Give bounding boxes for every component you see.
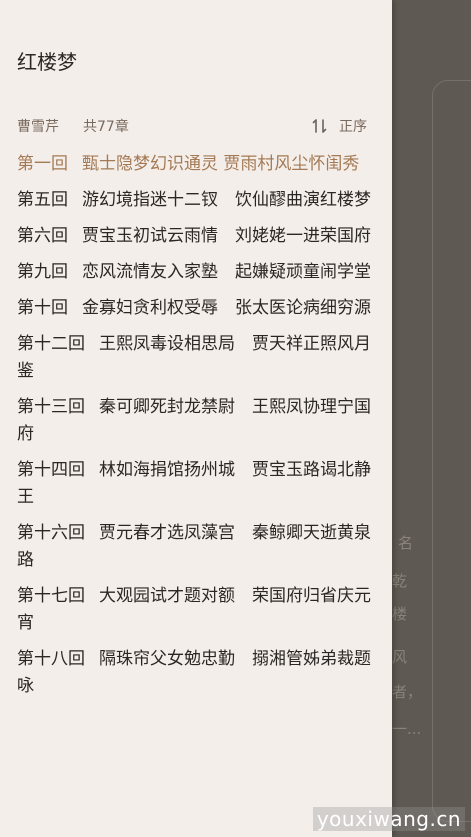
chapter-item[interactable]: 第十四回 林如海捐馆扬州城 贾宝玉路谒北静王	[17, 457, 372, 511]
chapter-title: 贾宝玉初试云雨情 刘姥姥一进荣国府	[82, 226, 371, 246]
chapter-item[interactable]: 第十八回 隔珠帘父女勉忠勤 搦湘管姊弟裁题咏	[17, 646, 372, 700]
background-text-fragment: 者，	[392, 683, 423, 701]
chapter-number: 第五回	[17, 190, 68, 210]
chapter-item[interactable]: 第十回 金寡妇贪利权受辱 张太医论病细穷源	[17, 295, 372, 322]
chapter-item[interactable]: 第十二回 王熙凤毒设相思局 贾天祥正照风月鉴	[17, 331, 372, 385]
background-text-fragment: 风	[392, 648, 408, 666]
chapter-title: 游幻境指迷十二钗 饮仙醪曲演红楼梦	[82, 190, 371, 210]
chapter-item[interactable]: 第九回 恋风流情友入家塾 起嫌疑顽童闹学堂	[17, 259, 372, 286]
chapter-item[interactable]: 第十六回 贾元春才选凤藻宫 秦鲸卿天逝黄泉路	[17, 520, 372, 574]
background-text-fragment: 一...	[392, 720, 422, 738]
sort-order-label: 正序	[339, 119, 367, 135]
watermark: youxiwang.cn	[312, 807, 465, 831]
chapter-item[interactable]: 第五回 游幻境指迷十二钗 饮仙醪曲演红楼梦	[17, 187, 372, 214]
sort-icon	[312, 119, 327, 133]
chapter-number: 第一回	[17, 154, 68, 174]
chapter-title: 恋风流情友入家塾 起嫌疑顽童闹学堂	[82, 262, 371, 282]
chapter-number: 第十回	[17, 298, 68, 318]
chapter-count: 共77章	[83, 119, 129, 135]
chapter-list: 第一回 甄士隐梦幻识通灵 贾雨村风尘怀闺秀 第五回 游幻境指迷十二钗 饮仙醪曲演红楼梦…	[17, 151, 372, 709]
book-title: 红楼梦	[17, 50, 77, 74]
chapter-number: 第十三回	[17, 397, 85, 417]
book-meta: 曹雪芹 共77章 正序	[17, 116, 369, 138]
chapter-item[interactable]: 第六回 贾宝玉初试云雨情 刘姥姥一进荣国府	[17, 223, 372, 250]
chapter-number: 第十六回	[17, 523, 85, 543]
chapter-number: 第十四回	[17, 460, 85, 480]
chapter-number: 第十二回	[17, 334, 85, 354]
background-text-fragment: 楼	[392, 605, 408, 623]
chapter-drawer: 红楼梦 曹雪芹 共77章 正序 第一回 甄士隐梦幻识通灵 贾雨村风尘怀闺秀 第五回游…	[0, 0, 392, 837]
chapter-item[interactable]: 第一回 甄士隐梦幻识通灵 贾雨村风尘怀闺秀	[17, 151, 372, 178]
chapter-number: 第九回	[17, 262, 68, 282]
sort-order-button[interactable]: 正序	[311, 116, 367, 136]
chapter-number: 第十八回	[17, 649, 85, 669]
reader-page-frame	[432, 80, 471, 822]
chapter-title: 甄士隐梦幻识通灵 贾雨村风尘怀闺秀	[82, 154, 360, 174]
background-text-fragment: 名	[398, 534, 414, 552]
book-author: 曹雪芹	[17, 119, 59, 135]
chapter-title: 金寡妇贪利权受辱 张太医论病细穷源	[82, 298, 371, 318]
chapter-item[interactable]: 第十三回 秦可卿死封龙禁尉 王熙凤协理宁国府	[17, 394, 372, 448]
background-text-fragment: 乾	[392, 572, 408, 590]
chapter-number: 第六回	[17, 226, 68, 246]
chapter-item[interactable]: 第十七回 大观园试才题对额 荣国府归省庆元宵	[17, 583, 372, 637]
chapter-number: 第十七回	[17, 586, 85, 606]
